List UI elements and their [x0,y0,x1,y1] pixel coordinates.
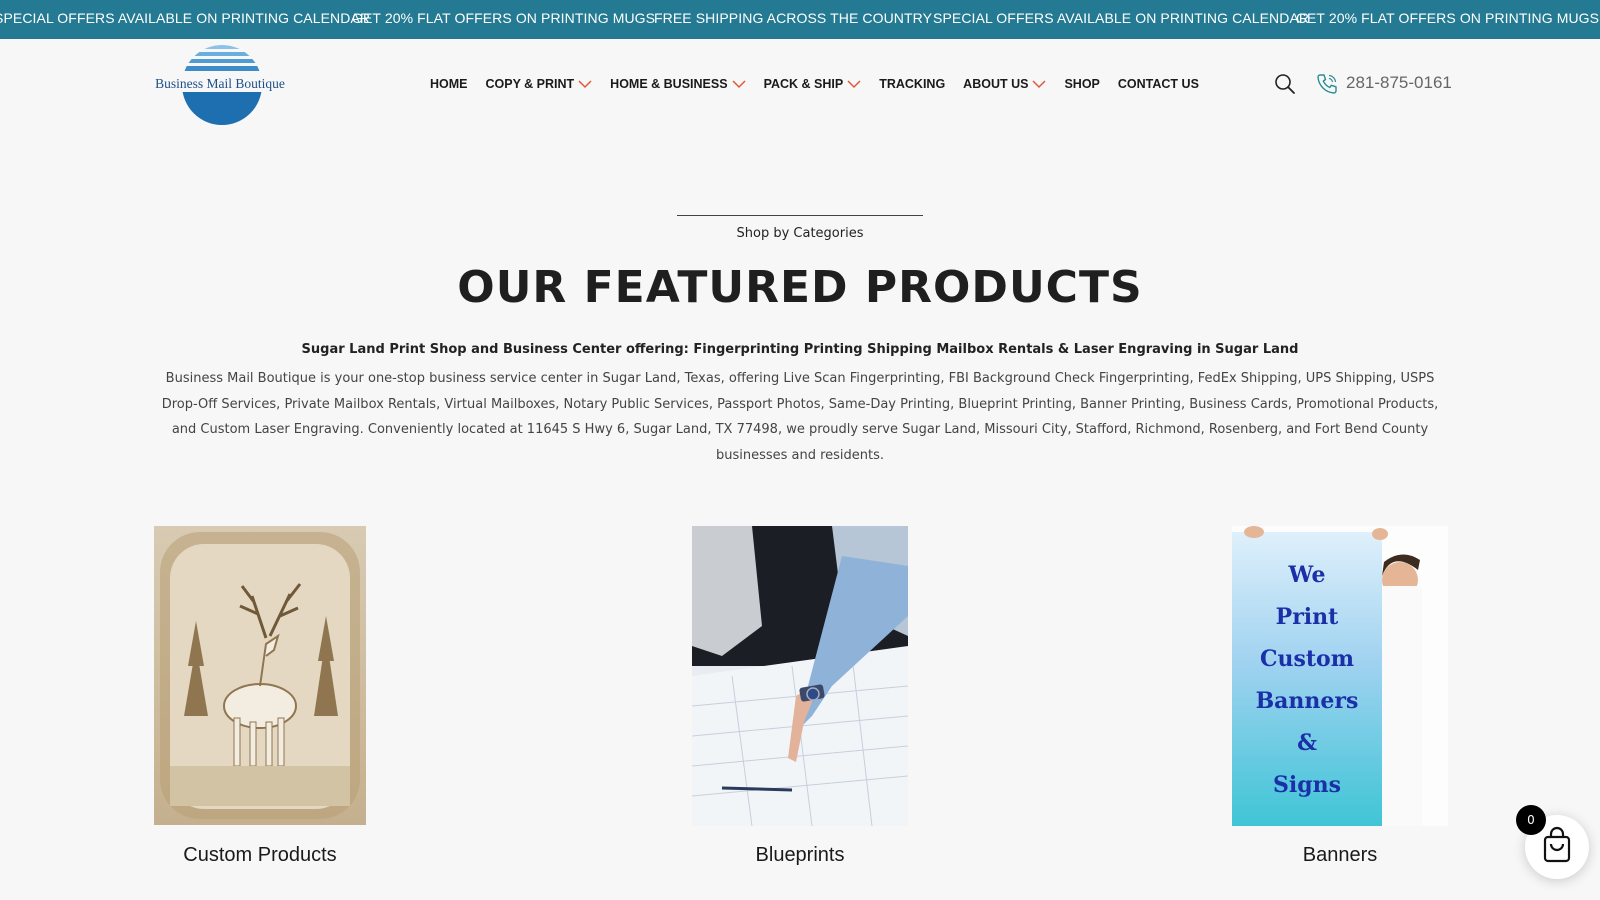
svg-text:Custom: Custom [1260,646,1354,672]
section-subheading: Sugar Land Print Shop and Business Cente… [301,342,1299,357]
nav-item-copy-print[interactable]: COPY & PRINT [486,77,593,91]
product-name[interactable]: Custom Products [154,844,366,867]
nav-item-contact-us[interactable]: CONTACT US [1118,77,1199,91]
announcement-item: GET 20% FLAT OFFERS ON PRINTING MUGS [1296,10,1600,26]
chevron-down-icon [847,80,861,89]
product-image-banner-sign[interactable]: We Print Custom Banners & Signs [1232,526,1448,826]
logo-graphic: Business Mail Boutique [150,45,290,125]
announcement-bar: SPECIAL OFFERS AVAILABLE ON PRINTING CAL… [0,0,1600,39]
cart-count-badge: 0 [1516,805,1546,835]
nav-item-shop[interactable]: SHOP [1064,77,1099,91]
product-image-blueprints[interactable] [692,526,908,826]
chevron-down-icon [1032,80,1046,89]
phone-icon [1316,73,1338,95]
section-description: Business Mail Boutique is your one-stop … [161,371,1439,463]
chevron-down-icon [732,80,746,89]
logo-text: Business Mail Boutique [155,76,285,91]
product-name[interactable]: Banners [1232,844,1448,867]
announcement-item: FREE SHIPPING ACROSS THE COUNTRY [654,10,933,26]
nav-item-label: TRACKING [879,77,946,91]
nav-item-home-business[interactable]: HOME & BUSINESS [610,77,746,91]
svg-text:We: We [1288,562,1326,588]
search-icon[interactable] [1274,73,1296,95]
nav-item-label: PACK & SHIP [763,77,844,91]
chevron-down-icon [578,80,592,89]
page-title: OUR FEATURED PRODUCTS [457,262,1143,313]
nav-item-label: SHOP [1064,77,1100,91]
nav-item-label: ABOUT US [963,77,1029,91]
nav-item-label: COPY & PRINT [485,77,575,91]
product-image-engraved-deer[interactable] [154,526,366,825]
nav-item-label: CONTACT US [1117,77,1199,91]
product-name[interactable]: Blueprints [692,844,908,867]
svg-text:Print: Print [1276,604,1339,630]
announcement-item: SPECIAL OFFERS AVAILABLE ON PRINTING CAL… [933,10,1310,26]
main-nav: HOME COPY & PRINT HOME & BUSINESS PACK & SH… [430,74,1217,94]
nav-item-label: HOME [430,77,468,91]
svg-text:Signs: Signs [1273,772,1341,798]
heading-divider [677,215,923,216]
nav-item-pack-ship[interactable]: PACK & SHIP [764,77,862,91]
announcement-item: GET 20% FLAT OFFERS ON PRINTING MUGS [352,10,656,26]
nav-item-label: HOME & BUSINESS [610,77,728,91]
nav-item-about-us[interactable]: ABOUT US [963,77,1046,91]
nav-item-home[interactable]: HOME [430,77,468,91]
svg-text:Banners: Banners [1256,688,1359,714]
site-logo[interactable]: Business Mail Boutique [150,43,290,127]
section-eyebrow: Shop by Categories [736,226,864,241]
nav-item-tracking[interactable]: TRACKING [879,77,945,91]
svg-text:&: & [1297,730,1317,756]
announcement-item: SPECIAL OFFERS AVAILABLE ON PRINTING CAL… [0,10,371,26]
phone-number-link[interactable]: 281-875-0161 [1346,73,1452,93]
